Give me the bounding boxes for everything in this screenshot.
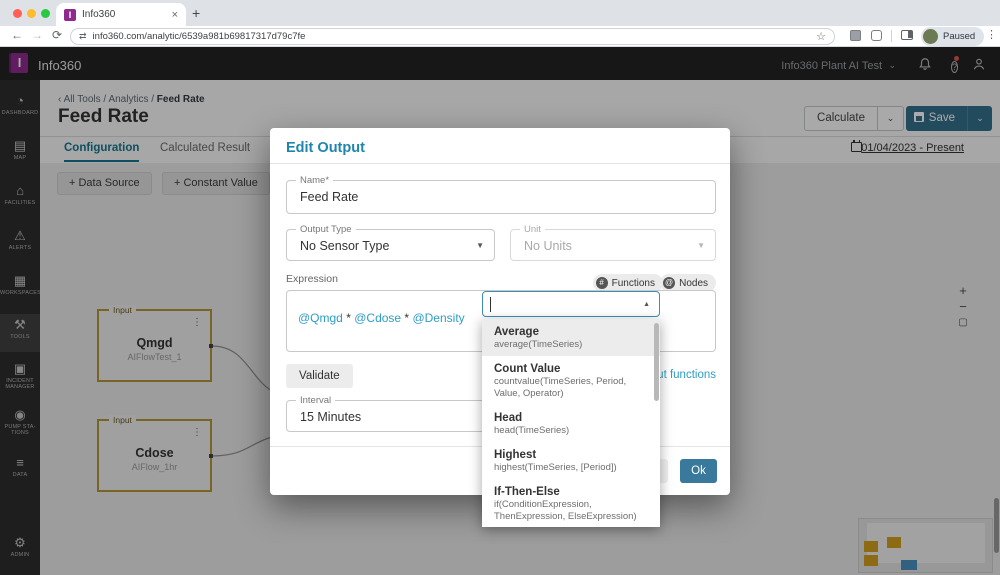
browser-menu-icon[interactable]: ⋮ — [986, 28, 997, 41]
back-icon[interactable]: ← — [11, 28, 23, 42]
tab-close-icon[interactable]: × — [172, 9, 178, 21]
chevron-up-icon[interactable]: ▲ — [643, 301, 650, 308]
dropdown-scrollbar[interactable] — [654, 323, 659, 401]
url-bar[interactable]: ⇄ info360.com/analytic/6539a981b69817317… — [70, 28, 835, 45]
profile-paused-chip[interactable]: Paused — [921, 27, 985, 46]
edit-output-modal: Edit Output Name* Feed Rate Output Type … — [270, 128, 730, 527]
tab-favicon-icon: I — [64, 8, 76, 21]
dropdown-item-average[interactable]: Average average(TimeSeries) — [482, 319, 660, 356]
ok-button[interactable]: Ok — [680, 459, 717, 483]
text-cursor — [490, 297, 491, 312]
modal-header-divider — [270, 163, 730, 164]
browser-tab[interactable]: I Info360 × — [56, 3, 186, 26]
mac-zoom-button[interactable] — [41, 9, 50, 18]
browser-toolbar: ← → ⟳ ⇄ info360.com/analytic/6539a981b69… — [0, 26, 1000, 47]
function-search-input[interactable]: ▲ — [482, 291, 660, 317]
reload-icon[interactable]: ⟳ — [52, 28, 62, 42]
expression-label: Expression — [286, 273, 338, 285]
function-dropdown: Average average(TimeSeries) Count Value … — [482, 319, 660, 527]
dropdown-item-count-value[interactable]: Count Value countvalue(TimeSeries, Perio… — [482, 356, 660, 405]
dropdown-item-if-then-else[interactable]: If-Then-Else if(ConditionExpression, The… — [482, 479, 660, 527]
extension-icon[interactable] — [850, 30, 861, 41]
browser-tab-strip: I Info360 × + — [0, 0, 1000, 26]
expression-text[interactable]: @Qmgd * @Cdose * @Density — [298, 311, 465, 325]
dropdown-item-head[interactable]: Head head(TimeSeries) — [482, 405, 660, 442]
bookmark-star-icon[interactable]: ☆ — [816, 30, 826, 43]
url-text[interactable]: info360.com/analytic/6539a981b69817317d7… — [93, 31, 817, 42]
side-panel-icon[interactable] — [901, 30, 913, 40]
name-field-value[interactable]: Feed Rate — [300, 190, 358, 204]
at-icon: @ — [663, 277, 676, 289]
screen: I Info360 × + ← → ⟳ ⇄ info360.com/analyt… — [0, 0, 1000, 575]
toolbar-divider — [891, 30, 892, 42]
tab-title: Info360 — [82, 9, 116, 20]
mac-close-button[interactable] — [13, 9, 22, 18]
name-field-label: Name* — [296, 175, 334, 186]
validate-button[interactable]: Validate — [286, 364, 353, 388]
forward-icon: → — [31, 28, 43, 42]
dropdown-item-highest[interactable]: Highest highest(TimeSeries, [Period]) — [482, 442, 660, 479]
name-field[interactable]: Name* Feed Rate — [286, 175, 716, 214]
mac-minimize-button[interactable] — [27, 9, 36, 18]
profile-paused-label: Paused — [943, 31, 976, 42]
modal-title: Edit Output — [286, 140, 365, 156]
chevron-down-icon: ▼ — [697, 241, 705, 250]
new-tab-button[interactable]: + — [192, 5, 200, 21]
output-type-select[interactable]: Output Type No Sensor Type ▼ — [286, 224, 495, 261]
extensions-puzzle-icon[interactable] — [871, 30, 882, 41]
unit-select: Unit No Units ▼ — [510, 224, 716, 261]
chevron-down-icon: ▼ — [476, 241, 484, 250]
profile-avatar — [923, 29, 938, 44]
hash-icon: # — [595, 277, 608, 289]
site-info-icon[interactable]: ⇄ — [79, 31, 87, 42]
